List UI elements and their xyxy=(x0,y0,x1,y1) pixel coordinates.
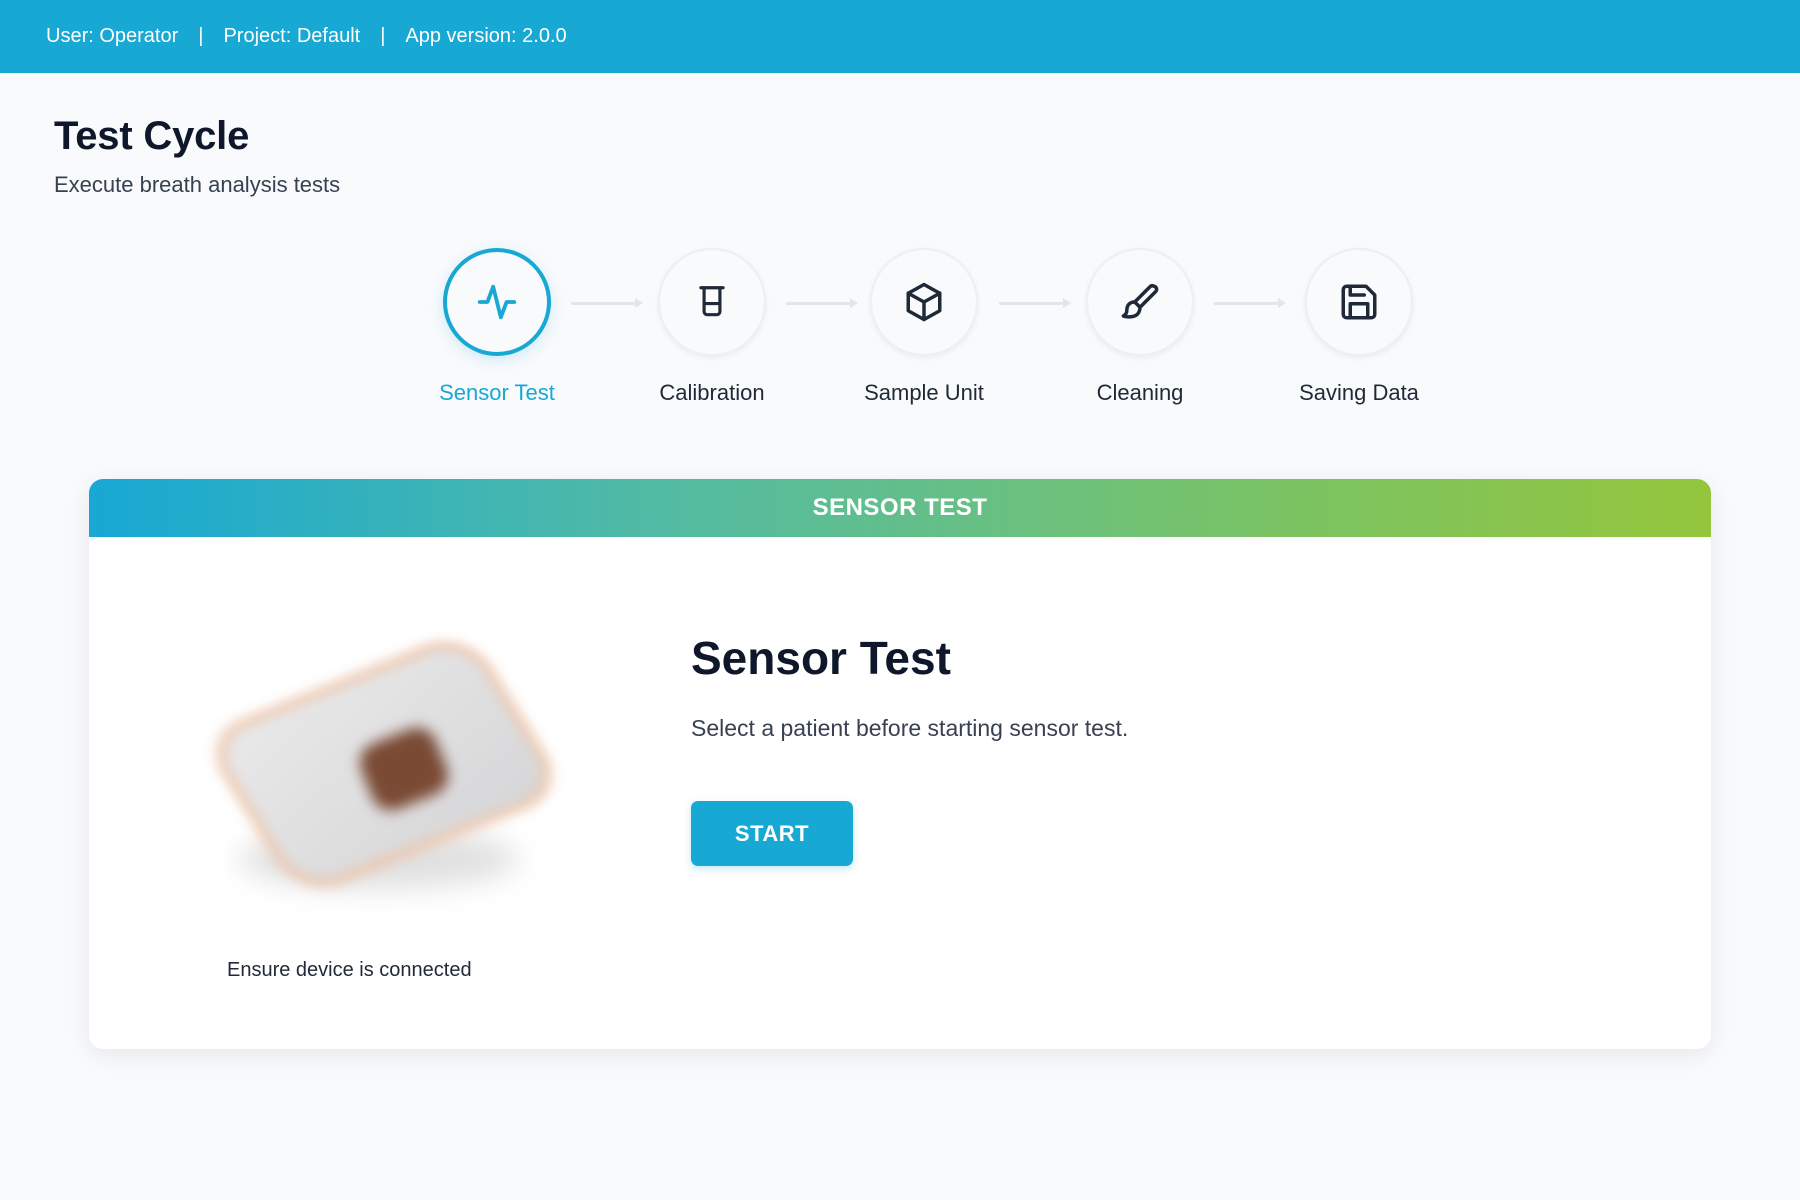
card-header: SENSOR TEST xyxy=(89,479,1711,537)
activity-icon xyxy=(477,284,517,320)
app-version-label: App version: 2.0.0 xyxy=(405,25,567,47)
step-label: Cleaning xyxy=(1096,380,1184,405)
step-calibration[interactable]: Calibration xyxy=(622,248,802,406)
separator: | xyxy=(380,25,386,47)
step-circle xyxy=(1086,248,1194,356)
step-label: Saving Data xyxy=(1299,380,1419,405)
project-label: Project: Default xyxy=(223,25,361,47)
step-saving-data[interactable]: Saving Data xyxy=(1269,248,1449,406)
step-label: Sensor Test xyxy=(439,380,555,405)
card-title: Sensor Test xyxy=(691,632,951,684)
step-circle xyxy=(870,248,978,356)
step-cleaning[interactable]: Cleaning xyxy=(1050,248,1230,406)
step-circle xyxy=(1305,248,1413,356)
step-circle xyxy=(443,248,551,356)
user-label: User: Operator xyxy=(46,25,179,47)
beaker-icon xyxy=(699,286,725,317)
page-subtitle: Execute breath analysis tests xyxy=(54,172,341,197)
box-icon xyxy=(906,282,942,322)
device-image xyxy=(198,627,570,919)
step-label: Calibration xyxy=(659,380,765,405)
save-icon xyxy=(1341,284,1377,320)
test-cycle-stepper: Sensor Test Calibration Sample Unit Clea… xyxy=(0,248,1800,418)
step-sample-unit[interactable]: Sample Unit xyxy=(834,248,1014,406)
page-title: Test Cycle xyxy=(54,114,250,158)
device-connection-note: Ensure device is connected xyxy=(227,959,472,981)
start-button[interactable]: START xyxy=(691,801,853,866)
step-circle xyxy=(658,248,766,356)
brush-icon xyxy=(1121,283,1159,319)
step-label: Sample Unit xyxy=(864,380,984,405)
step-sensor-test[interactable]: Sensor Test xyxy=(407,248,587,406)
card-description: Select a patient before starting sensor … xyxy=(691,715,1129,741)
separator: | xyxy=(198,25,204,47)
top-bar: User: Operator | Project: Default | App … xyxy=(0,0,1800,73)
sensor-test-card: SENSOR TEST Ensure device is connected S… xyxy=(89,479,1711,1049)
